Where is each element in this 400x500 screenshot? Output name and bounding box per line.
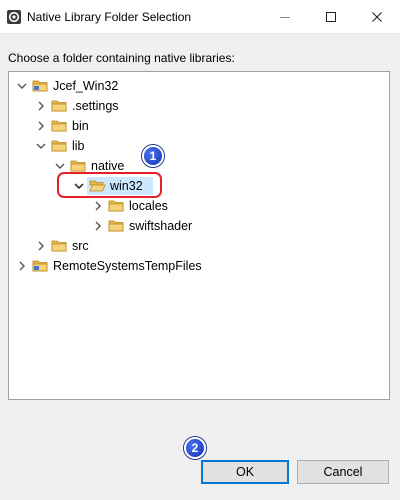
ok-button[interactable]: OK (201, 460, 289, 484)
close-icon (372, 12, 382, 22)
chevron-right-icon[interactable] (35, 120, 47, 132)
tree-item-label: src (72, 239, 89, 253)
tree-item-settings[interactable]: .settings (9, 96, 169, 116)
tree-item-src[interactable]: src (9, 236, 169, 256)
folder-icon (51, 240, 67, 252)
folder-icon (108, 220, 124, 232)
chevron-right-icon[interactable] (16, 260, 28, 272)
eclipse-app-icon (7, 10, 21, 24)
tree-item-bin[interactable]: bin (9, 116, 169, 136)
maximize-icon (326, 12, 336, 22)
tree-item-label: lib (72, 139, 85, 153)
tree-item-label: swiftshader (129, 219, 193, 233)
tree-item-label: locales (129, 199, 168, 213)
chevron-right-icon[interactable] (92, 220, 104, 232)
close-button[interactable] (354, 0, 400, 34)
tree-item-label: Jcef_Win32 (53, 79, 119, 93)
tree-item-jcef-win32[interactable]: Jcef_Win32 (9, 76, 169, 96)
tree-item-label: RemoteSystemsTempFiles (53, 259, 202, 273)
cancel-button[interactable]: Cancel (297, 460, 389, 484)
tree-item-label: .settings (72, 99, 119, 113)
maximize-button[interactable] (308, 0, 354, 34)
minimize-icon (280, 17, 290, 18)
chevron-right-icon[interactable] (35, 240, 47, 252)
minimize-button[interactable] (262, 0, 308, 34)
prompt-label: Choose a folder containing native librar… (8, 51, 235, 65)
project-folder-icon (32, 260, 48, 272)
tree-item-swiftshader[interactable]: swiftshader (9, 216, 209, 236)
step-2-badge: 2 (184, 437, 206, 459)
selection-callout (57, 172, 162, 198)
folder-icon (51, 140, 67, 152)
title-bar: Native Library Folder Selection (0, 0, 400, 34)
folder-tree[interactable]: Jcef_Win32 .settings bin lib native win3… (8, 71, 390, 400)
folder-icon (70, 160, 86, 172)
tree-item-label: native (91, 159, 125, 173)
chevron-right-icon[interactable] (35, 100, 47, 112)
tree-item-locales[interactable]: locales (9, 196, 189, 216)
step-1-badge: 1 (142, 145, 164, 167)
folder-icon (51, 120, 67, 132)
chevron-right-icon[interactable] (92, 200, 104, 212)
window-title: Native Library Folder Selection (27, 10, 192, 24)
folder-icon (108, 200, 124, 212)
tree-item-remote-systems-temp-files[interactable]: RemoteSystemsTempFiles (9, 256, 229, 276)
tree-item-label: bin (72, 119, 89, 133)
folder-icon (51, 100, 67, 112)
chevron-down-icon[interactable] (16, 80, 28, 92)
chevron-down-icon[interactable] (35, 140, 47, 152)
project-folder-icon (32, 80, 48, 92)
chevron-down-icon[interactable] (54, 160, 66, 172)
